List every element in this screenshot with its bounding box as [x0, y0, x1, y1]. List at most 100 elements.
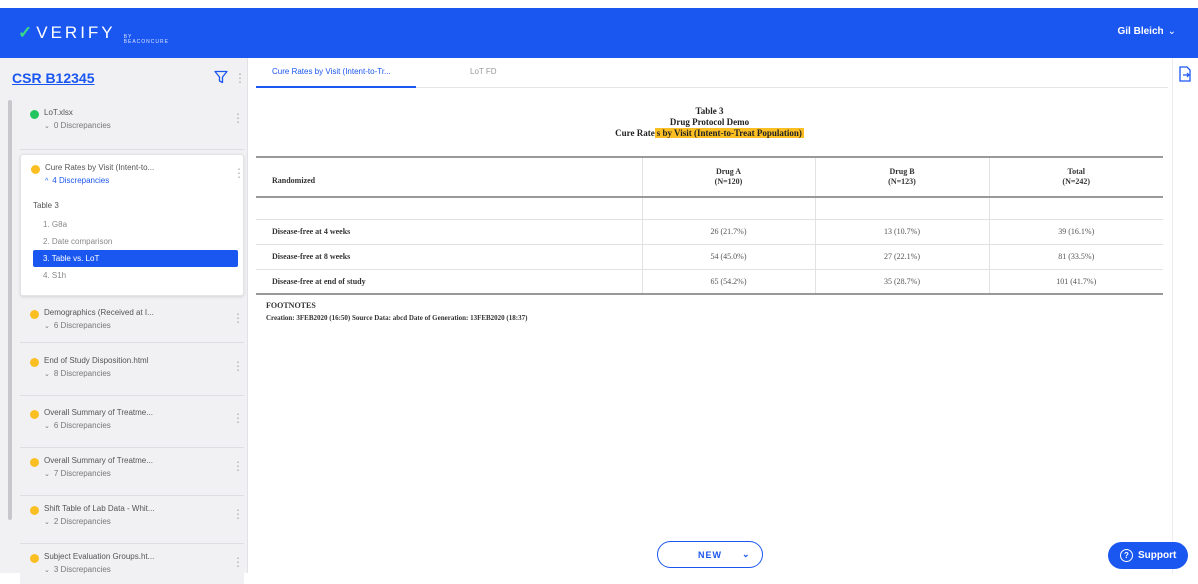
table-cell	[989, 197, 1163, 220]
export-document-icon[interactable]	[1178, 66, 1192, 82]
new-button-label: NEW	[698, 550, 722, 560]
item-kebab-icon[interactable]: ⋮	[233, 167, 245, 179]
column-name: Drug B	[889, 167, 915, 176]
item-kebab-icon[interactable]: ⋮	[232, 360, 244, 372]
file-item-subject-evaluation[interactable]: Subject Evaluation Groups.ht... ⌄ 3 Discr…	[20, 544, 244, 584]
discrepancy-count[interactable]: ⌄ 6 Discrepancies	[44, 321, 111, 330]
discrepancy-subitem[interactable]: 1. G8a	[33, 216, 238, 233]
user-menu[interactable]: Gil Bleich ⌄	[1117, 26, 1176, 37]
file-name: Demographics (Received at I...	[44, 308, 154, 317]
active-tab-indicator	[256, 86, 416, 88]
column-name: Total	[1067, 167, 1086, 176]
chevron-down-icon: ⌄	[44, 423, 50, 430]
file-name: Cure Rates by Visit (Intent-to...	[45, 163, 155, 172]
discrepancy-subitem[interactable]: 4. S1h	[33, 267, 238, 284]
chevron-down-icon: ⌄	[1167, 26, 1176, 37]
table-number: Table 3	[695, 106, 724, 116]
file-item-shift-table[interactable]: Shift Table of Lab Data - Whit... ⌄ 2 Dis…	[20, 496, 244, 544]
table-cell: 35 (28.7%)	[815, 269, 990, 295]
file-item-demographics[interactable]: Demographics (Received at I... ⌄ 6 Discre…	[20, 300, 244, 343]
support-button-label: Support	[1138, 550, 1177, 561]
item-kebab-icon[interactable]: ⋮	[232, 556, 244, 568]
file-name: Overall Summary of Treatme...	[44, 408, 153, 417]
row-label: Disease-free at 8 weeks	[256, 244, 643, 270]
table-row: Disease-free at 4 weeks 26 (21.7%) 13 (1…	[256, 219, 1163, 245]
table-section-title: Table 3	[33, 201, 59, 210]
tab-lot-fd[interactable]: LoT FD	[470, 67, 497, 76]
chevron-down-icon: ⌄	[44, 323, 50, 330]
item-kebab-icon[interactable]: ⋮	[232, 112, 244, 124]
filter-icon[interactable]	[214, 70, 228, 84]
item-kebab-icon[interactable]: ⋮	[232, 412, 244, 424]
table-cell	[815, 197, 990, 220]
discrepancy-label: 2 Discrepancies	[53, 517, 111, 526]
status-dot	[30, 358, 39, 367]
discrepancy-label: 4 Discrepancies	[52, 176, 110, 185]
column-header: Drug B (N=123)	[814, 156, 989, 198]
file-name: End of Study Disposition.html	[44, 356, 149, 365]
status-dot	[30, 506, 39, 515]
file-name: Overall Summary of Treatme...	[44, 456, 153, 465]
status-dot	[30, 410, 39, 419]
column-header: Total (N=242)	[988, 156, 1163, 198]
support-button[interactable]: ? Support	[1108, 542, 1188, 569]
item-kebab-icon[interactable]: ⋮	[232, 312, 244, 324]
discrepancy-subitem[interactable]: 2. Date comparison	[33, 233, 238, 250]
discrepancy-label: 7 Discrepancies	[53, 469, 111, 478]
file-name: Shift Table of Lab Data - Whit...	[44, 504, 155, 513]
table-heading: Table 3 Drug Protocol Demo Cure Rate s by…	[256, 106, 1163, 139]
new-button[interactable]: NEW ⌄	[657, 541, 763, 568]
chevron-down-icon: ⌄	[44, 471, 50, 478]
status-dot	[30, 110, 39, 119]
status-dot	[31, 165, 40, 174]
file-item-lot[interactable]: LoT.xlsx ⌄ 0 Discrepancies ⋮	[20, 100, 244, 150]
table-cell: 54 (45.0%)	[642, 244, 816, 270]
chevron-down-icon: ⌄	[742, 549, 751, 559]
discrepancy-subitem-active[interactable]: 3. Table vs. LoT	[33, 250, 238, 267]
status-dot	[30, 310, 39, 319]
file-item-end-of-study[interactable]: End of Study Disposition.html ⌄ 8 Discrep…	[20, 348, 244, 396]
discrepancy-label: 6 Discrepancies	[53, 321, 111, 330]
row-label: Disease-free at end of study	[256, 269, 643, 295]
file-item-overall-summary-2[interactable]: Overall Summary of Treatme... ⌄ 7 Discrep…	[20, 448, 244, 496]
document-tabs: Cure Rates by Visit (Intent-to-Tr... LoT…	[256, 58, 1168, 88]
discrepancy-count[interactable]: ^ 4 Discrepancies	[45, 176, 109, 185]
file-item-cure-rates[interactable]: Cure Rates by Visit (Intent-to... ^ 4 Dis…	[20, 154, 245, 296]
column-name: Drug A	[715, 167, 742, 176]
file-name: LoT.xlsx	[44, 108, 73, 117]
column-header: Drug A (N=120)	[641, 156, 815, 198]
table-row: Disease-free at end of study 65 (54.2%) …	[256, 269, 1163, 295]
tab-cure-rates[interactable]: Cure Rates by Visit (Intent-to-Tr...	[272, 67, 391, 76]
discrepancy-label: 0 Discrepancies	[53, 121, 111, 130]
chevron-down-icon: ⌄	[44, 123, 50, 130]
sidebar-menu-kebab-icon[interactable]: ⋮	[234, 72, 246, 84]
sidebar-scrollbar[interactable]	[8, 100, 12, 520]
project-title-link[interactable]: CSR B12345	[12, 70, 95, 86]
row-label: Disease-free at 4 weeks	[256, 219, 643, 245]
file-name: Subject Evaluation Groups.ht...	[44, 552, 155, 561]
chevron-down-icon: ⌄	[44, 371, 50, 378]
discrepancy-count[interactable]: ⌄ 2 Discrepancies	[44, 517, 111, 526]
item-kebab-icon[interactable]: ⋮	[232, 508, 244, 520]
discrepancy-count[interactable]: ⌄ 6 Discrepancies	[44, 421, 111, 430]
document-viewer: Table 3 Drug Protocol Demo Cure Rate s by…	[256, 106, 1163, 322]
table-row: Disease-free at 8 weeks 54 (45.0%) 27 (2…	[256, 244, 1163, 270]
table-cell: 39 (16.1%)	[989, 219, 1163, 245]
verify-logo[interactable]: ✓ VERIFY BY BEACONCURE	[18, 23, 168, 45]
discrepancy-count[interactable]: ⌄ 8 Discrepancies	[44, 369, 111, 378]
table-header-row: Randomized Drug A (N=120) Drug B (N=123) T…	[256, 156, 1163, 198]
logo-check-icon: ✓	[18, 23, 36, 42]
table-cell: 81 (33.5%)	[989, 244, 1163, 270]
highlighted-text[interactable]: s by Visit (Intent-to-Treat Population)	[654, 128, 804, 138]
table-cell: 27 (22.1%)	[815, 244, 990, 270]
user-name: Gil Bleich	[1117, 26, 1164, 37]
discrepancy-count[interactable]: ⌄ 7 Discrepancies	[44, 469, 111, 478]
right-panel-divider	[1172, 58, 1173, 573]
column-n: (N=123)	[888, 177, 916, 186]
discrepancy-count[interactable]: ⌄ 0 Discrepancies	[44, 121, 111, 130]
footnotes-title: FOOTNOTES	[266, 301, 316, 310]
item-kebab-icon[interactable]: ⋮	[232, 460, 244, 472]
status-dot	[30, 458, 39, 467]
file-item-overall-summary-1[interactable]: Overall Summary of Treatme... ⌄ 6 Discrep…	[20, 400, 244, 448]
table-cell	[642, 197, 816, 220]
